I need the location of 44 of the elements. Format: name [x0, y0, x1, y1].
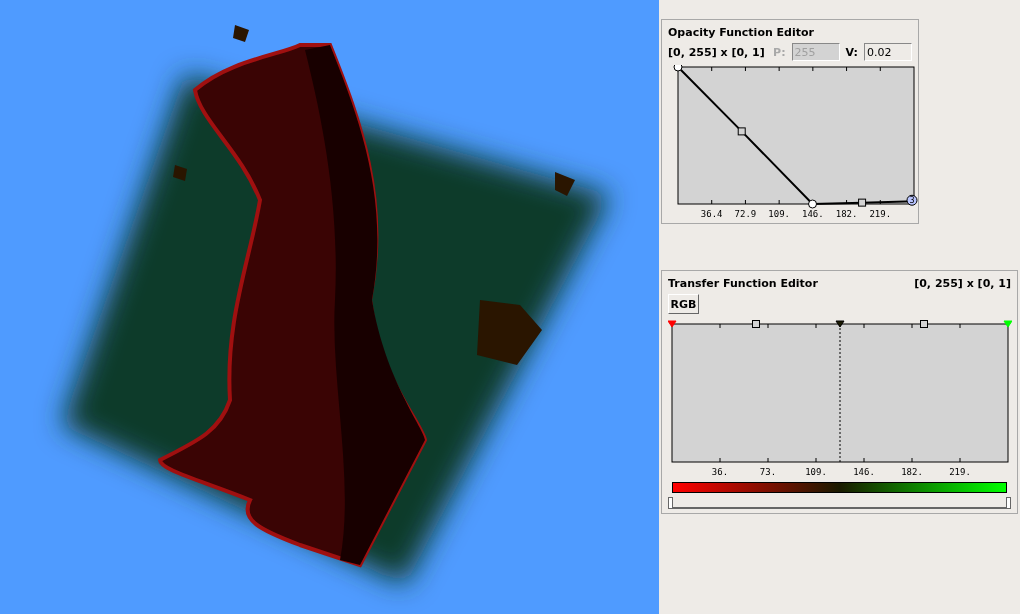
tick-mark	[815, 457, 817, 463]
field-label: P:	[773, 45, 786, 59]
range-slider[interactable]	[668, 497, 1011, 509]
tick-label: 109.	[768, 209, 790, 219]
tick-mark	[959, 457, 961, 463]
slider-handle[interactable]	[668, 497, 673, 509]
tick-label: 146.	[802, 209, 824, 219]
tick-label: 73.	[759, 467, 777, 477]
midpoint-handle[interactable]	[858, 198, 867, 207]
tick-mark	[959, 323, 961, 329]
tick-mark	[719, 323, 721, 329]
rgb-mode-button[interactable]: RGB	[668, 294, 699, 314]
tick-mark	[767, 323, 769, 329]
tick-label: 219.	[869, 209, 892, 219]
tick-label: 182.	[835, 209, 858, 219]
panel-title: Opacity Function Editor	[668, 26, 815, 39]
midpoint-handle[interactable]	[737, 127, 746, 136]
tick-mark	[911, 457, 913, 463]
tick-label: 36.4	[700, 209, 723, 219]
value-input-field[interactable]: 0.02	[864, 43, 912, 61]
panel-title: Transfer Function Editor	[668, 277, 818, 290]
tick-label: 219.	[949, 467, 971, 477]
slider-handle[interactable]	[1006, 497, 1011, 509]
tick-label: 109.	[805, 467, 827, 477]
color-node-marker[interactable]	[835, 320, 845, 328]
tick-mark	[767, 457, 769, 463]
selected-control-point[interactable]: 3	[906, 194, 918, 206]
range-label: [0, 255] x [0, 1]	[668, 45, 765, 59]
tick-mark	[911, 323, 913, 329]
field-label: V:	[845, 45, 858, 59]
tick-label: 182.	[901, 467, 923, 477]
tick-mark	[719, 457, 721, 463]
tick-mark	[815, 323, 817, 329]
control-point[interactable]	[673, 65, 683, 72]
tick-label: 36.	[711, 467, 729, 477]
color-node-marker[interactable]	[668, 320, 677, 328]
tick-mark	[863, 323, 865, 329]
tick-mark	[863, 457, 865, 463]
tick-label: 146.	[853, 467, 875, 477]
control-point[interactable]	[808, 199, 817, 209]
midpoint-handle[interactable]	[920, 320, 928, 328]
range-label: [0, 255] x [0, 1]	[914, 277, 1011, 290]
midpoint-handle[interactable]	[752, 320, 760, 328]
tick-label: 72.9	[734, 209, 757, 219]
